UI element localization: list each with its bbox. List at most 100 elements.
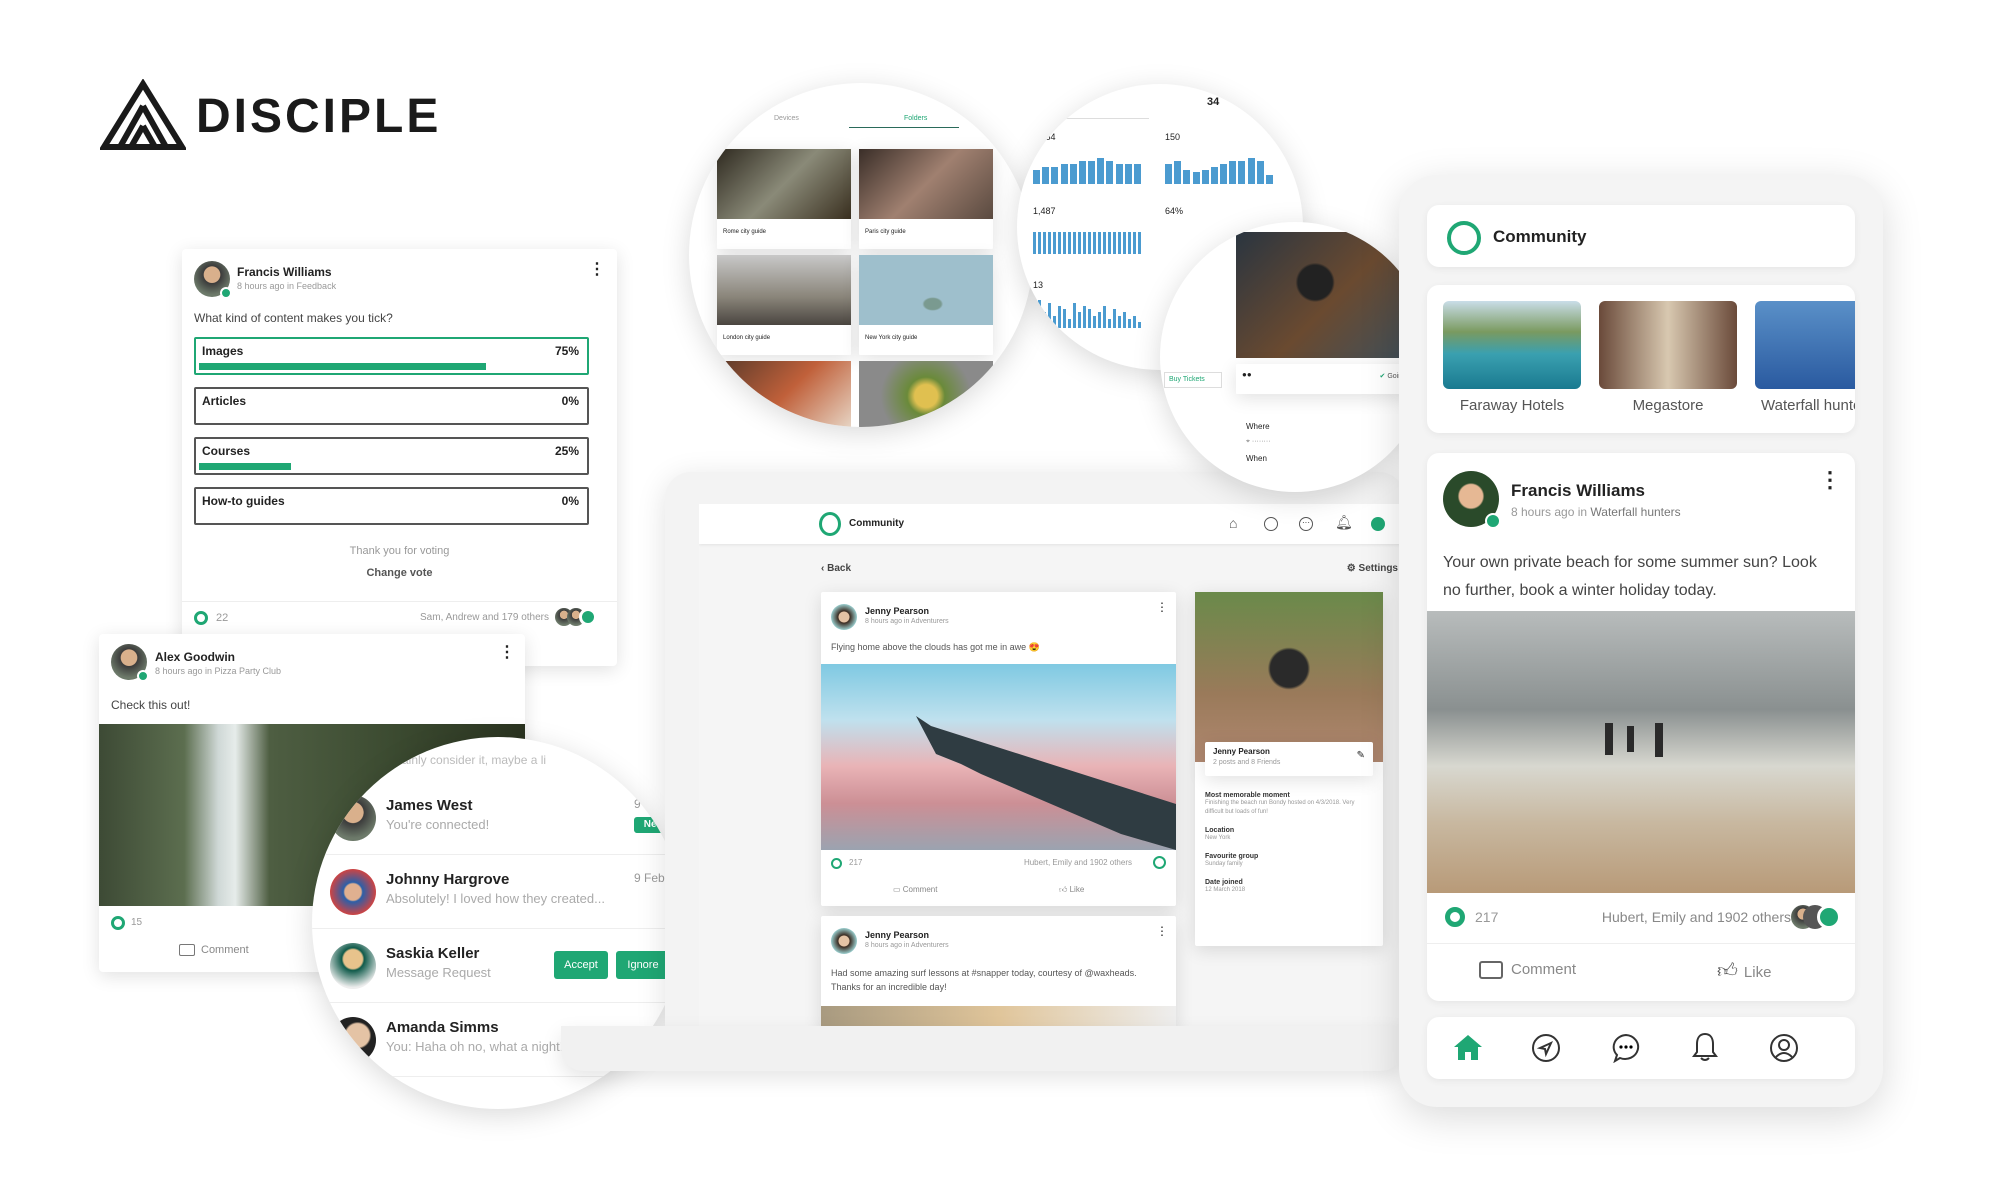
stat-value: 1,487 — [1033, 206, 1056, 216]
post-author[interactable]: Francis Williams — [237, 265, 332, 279]
tab-devices[interactable]: Devices — [774, 115, 799, 122]
home-icon[interactable]: ⌂ — [1229, 515, 1237, 531]
brand-name: DISCIPLE — [196, 90, 442, 143]
folder-item[interactable]: New York city guide — [859, 255, 993, 355]
message-item[interactable]: Johnny Hargrove Absolutely! I loved how … — [312, 855, 684, 929]
post-author[interactable]: Jenny Pearson — [865, 606, 929, 616]
folder-label: New York city guide — [865, 335, 918, 341]
home-icon[interactable] — [1453, 1033, 1483, 1061]
edit-icon[interactable]: ✎ — [1357, 750, 1365, 761]
change-vote-link[interactable]: Change vote — [182, 567, 617, 579]
chat-icon[interactable] — [1611, 1033, 1641, 1063]
ignore-button[interactable]: Ignore — [616, 951, 670, 979]
chart-bar — [1118, 232, 1121, 254]
profile-icon[interactable] — [1371, 517, 1385, 531]
folder-label: Rome city guide — [723, 229, 767, 235]
explore-icon[interactable] — [1264, 517, 1278, 531]
chart-bar — [1078, 232, 1081, 254]
post-group-link[interactable]: Waterfall hunters — [1590, 505, 1680, 519]
post-author[interactable]: Jenny Pearson — [865, 930, 929, 940]
accept-button[interactable]: Accept — [554, 951, 608, 979]
avatar — [111, 644, 149, 682]
comment-button[interactable]: Comment — [1479, 961, 1576, 980]
chart-bar — [1174, 160, 1182, 184]
chart-bar — [1093, 315, 1096, 328]
chart-bar — [1033, 169, 1041, 184]
more-options-icon[interactable]: ⋮ — [1156, 600, 1168, 614]
when-label: When — [1246, 454, 1267, 463]
message-sender: Johnny Hargrove — [386, 871, 510, 888]
poll-option[interactable]: Courses 25% — [194, 437, 589, 475]
poll-progress-fill — [199, 463, 291, 470]
chart-bar — [1192, 172, 1200, 184]
message-item[interactable]: Saskia Keller Message Request Accept Ign… — [312, 929, 684, 1003]
profile-icon[interactable] — [1769, 1033, 1799, 1063]
bell-icon[interactable] — [1691, 1031, 1719, 1063]
folders-circle: Devices Folders Rome city guide Paris ci… — [689, 83, 1033, 427]
folder-item[interactable]: London city guide — [717, 255, 851, 355]
chart-bar — [1098, 312, 1101, 328]
folder-item[interactable]: Paris city guide — [859, 149, 993, 249]
message-preview: Message Request — [386, 965, 491, 980]
app-header: Community ⌂ ··· 🔔︎ — [699, 504, 1402, 544]
bar-chart — [1033, 300, 1143, 328]
chart-bar — [1256, 160, 1264, 184]
chart-bar — [1138, 321, 1141, 328]
like-badge-icon — [1817, 905, 1841, 929]
explore-icon[interactable] — [1531, 1033, 1561, 1063]
comment-button[interactable]: Comment — [179, 944, 249, 957]
back-link[interactable]: ‹ Back — [821, 563, 851, 574]
tab-folders[interactable]: Folders — [904, 115, 927, 122]
chart-bar — [1138, 232, 1141, 254]
post-author[interactable]: Francis Williams — [1511, 481, 1645, 501]
more-options-icon[interactable]: ⋮ — [1156, 924, 1168, 938]
post-author[interactable]: Alex Goodwin — [155, 650, 235, 664]
post-text: Flying home above the clouds has got me … — [831, 642, 1040, 652]
folder-item[interactable]: Rome city guide — [717, 149, 851, 249]
thumbs-up-icon: 👍︎ — [1717, 960, 1738, 982]
post-meta: 8 hours ago in Adventurers — [865, 618, 949, 625]
like-button[interactable]: 👍︎ Like — [1717, 959, 1771, 983]
chart-bar — [1051, 166, 1059, 184]
chart-bar — [1043, 312, 1046, 328]
comment-label: Comment — [902, 885, 938, 894]
where-label: Where — [1246, 422, 1270, 431]
avatar — [330, 795, 376, 841]
more-options-icon[interactable]: ⋮ — [589, 259, 605, 279]
group-label: Faraway Hotels — [1459, 397, 1565, 414]
settings-link[interactable]: ⚙ Settings — [1347, 563, 1398, 574]
group-item[interactable]: Megastore — [1599, 301, 1737, 414]
like-button[interactable]: 👍︎ Like — [1059, 885, 1084, 895]
likes-text: Hubert, Emily and 1902 others — [1601, 909, 1791, 925]
chart-bar — [1103, 232, 1106, 254]
chart-bar — [1033, 309, 1036, 328]
chart-bar — [1229, 160, 1237, 184]
poll-option-percent: 75% — [554, 344, 579, 358]
chart-bar — [1063, 232, 1066, 254]
poll-option[interactable]: How-to guides 0% — [194, 487, 589, 525]
comment-button[interactable]: ▭ Comment — [893, 885, 937, 894]
poll-option[interactable]: Images 75% — [194, 337, 589, 375]
post-text: Check this out! — [111, 698, 191, 712]
profile-field-label: Favourite group — [1205, 853, 1259, 860]
more-options-icon[interactable]: ⋮ — [1819, 467, 1841, 493]
bell-icon[interactable]: 🔔︎ — [1335, 514, 1353, 531]
event-circle: Buy Tickets ●● ✔ Going Where ⌖ ········ … — [1160, 222, 1430, 492]
chart-bar — [1097, 158, 1105, 184]
message-preview: Absolutely! I loved how they created... — [386, 891, 605, 906]
chart-bar — [1133, 232, 1136, 254]
group-item[interactable]: Waterfall hunters — [1755, 301, 1855, 414]
poll-option[interactable]: Articles 0% — [194, 387, 589, 425]
buy-tickets-button[interactable]: Buy Tickets — [1164, 372, 1222, 388]
message-item[interactable]: James West You're connected! 9 F New — [312, 781, 684, 855]
poll-option-label: Articles — [202, 394, 247, 408]
attendee-avatars: ●● — [1242, 370, 1252, 379]
more-options-icon[interactable]: ⋮ — [499, 642, 515, 662]
bar-chart — [1033, 158, 1143, 184]
group-item[interactable]: Faraway Hotels — [1443, 301, 1581, 414]
chat-icon[interactable]: ··· — [1299, 517, 1313, 531]
poll-option-percent: 25% — [554, 444, 579, 458]
feed-post-card: Jenny Pearson 8 hours ago in Adventurers… — [821, 592, 1176, 906]
chart-bar — [1210, 166, 1218, 184]
chart-bar — [1088, 160, 1096, 184]
